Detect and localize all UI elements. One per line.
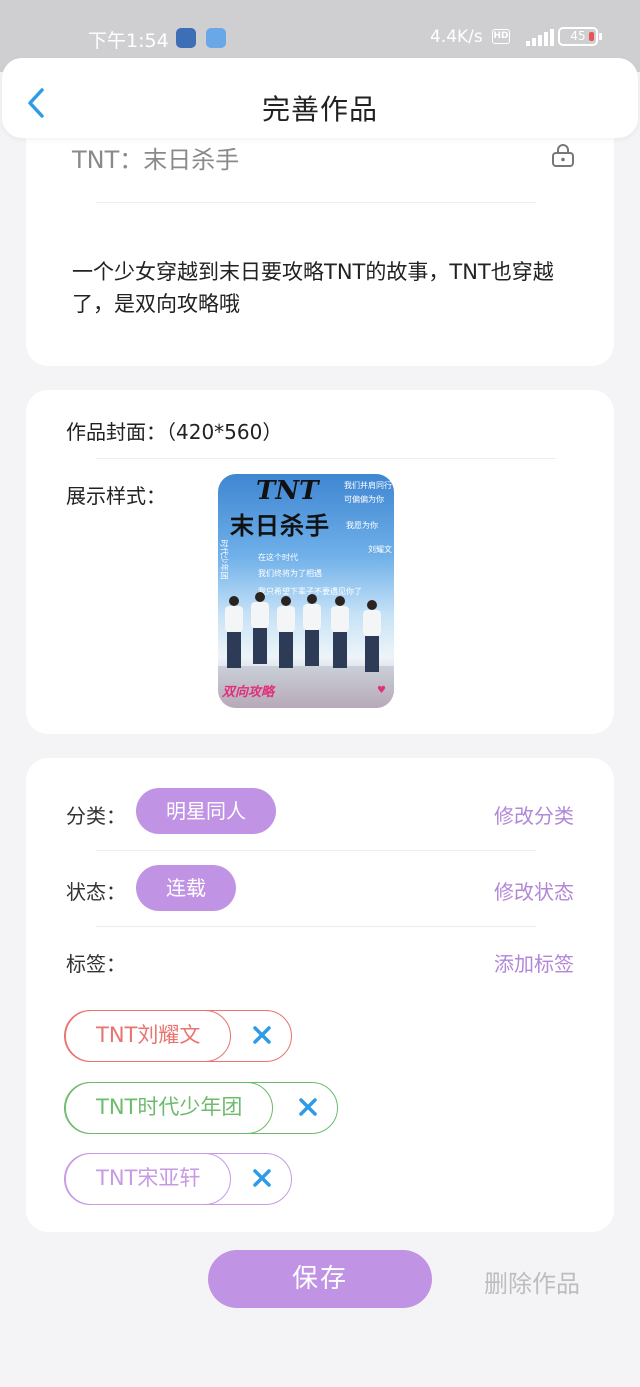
battery-level: 45	[570, 29, 586, 43]
divider	[96, 850, 536, 851]
cover-line: 可偏偏为你	[344, 495, 384, 504]
cover-image[interactable]: TNT 末日杀手 我们并肩同行 可偏偏为你 我愿为你 刘耀文 在这个时代 我们终…	[218, 474, 394, 708]
app-icon-1	[176, 28, 196, 48]
net-speed: 4.4K/s	[430, 27, 483, 47]
work-info-card: TNT：末日杀手 一个少女穿越到末日要攻略TNT的故事，TNT也穿越了，是双向攻…	[26, 110, 614, 366]
signal-icon	[520, 26, 554, 46]
tag-label: TNT时代少年团	[65, 1081, 274, 1134]
cover-figure	[250, 592, 270, 664]
cover-line: 刘耀文	[368, 545, 392, 554]
tag-item: TNT时代少年团	[64, 1081, 338, 1134]
cover-figure	[330, 596, 350, 668]
cover-line: 时代少年团	[219, 539, 229, 580]
lock-icon[interactable]	[550, 142, 576, 168]
tag-label: TNT宋亚轩	[65, 1152, 232, 1205]
tag-item: TNT刘耀文	[64, 1009, 292, 1062]
cover-figure	[362, 600, 382, 672]
heart-icon: ♥	[377, 685, 386, 696]
save-button[interactable]: 保存	[208, 1250, 432, 1308]
style-label: 展示样式：	[66, 484, 166, 508]
close-icon[interactable]	[297, 1096, 319, 1118]
divider	[96, 926, 536, 927]
cover-card: 作品封面：（420*560） 展示样式： TNT 末日杀手 我们并肩同行 可偏偏…	[26, 390, 614, 734]
cover-line: 我们并肩同行	[344, 481, 392, 490]
cover-figure	[302, 594, 322, 666]
edit-status-button[interactable]: 修改状态	[494, 876, 574, 905]
divider	[96, 458, 556, 459]
classification-card: 分类： 明星同人 修改分类 状态： 连载 修改状态 标签： 添加标签 TNT刘耀…	[26, 758, 614, 1232]
tags-label: 标签：	[66, 952, 126, 976]
work-title[interactable]: TNT：末日杀手	[72, 140, 239, 175]
status-label: 状态：	[66, 880, 126, 904]
delete-work-button[interactable]: 删除作品	[484, 1264, 580, 1299]
app-icon-2	[206, 28, 226, 48]
edit-category-button[interactable]: 修改分类	[494, 800, 574, 829]
add-tag-button[interactable]: 添加标签	[494, 948, 574, 977]
cover-figure	[276, 596, 296, 668]
cover-label: 作品封面：（420*560）	[66, 420, 283, 444]
cover-line: 在这个时代	[258, 553, 298, 562]
tag-item: TNT宋亚轩	[64, 1152, 292, 1205]
status-chip: 连载	[136, 865, 236, 911]
close-icon[interactable]	[251, 1024, 273, 1046]
cover-title-main: 末日杀手	[230, 511, 330, 540]
cover-line: 我愿为你	[346, 521, 378, 530]
hd-icon: HD	[492, 29, 510, 44]
divider	[96, 202, 536, 203]
work-description[interactable]: 一个少女穿越到末日要攻略TNT的故事，TNT也穿越了，是双向攻略哦	[72, 256, 572, 320]
status-time: 下午1:54	[88, 30, 169, 52]
battery-icon: 45	[558, 27, 602, 46]
cover-line: 我们终将为了相遇	[258, 569, 322, 578]
cover-bottom-text: 双向攻略	[222, 685, 275, 700]
cover-figure	[224, 596, 244, 668]
page-title: 完善作品	[261, 93, 378, 126]
category-label: 分类：	[66, 804, 126, 828]
top-header: 完善作品	[2, 58, 638, 138]
category-chip: 明星同人	[136, 788, 276, 834]
cover-title-top: TNT	[256, 476, 319, 506]
tag-label: TNT刘耀文	[65, 1009, 232, 1062]
close-icon[interactable]	[251, 1167, 273, 1189]
